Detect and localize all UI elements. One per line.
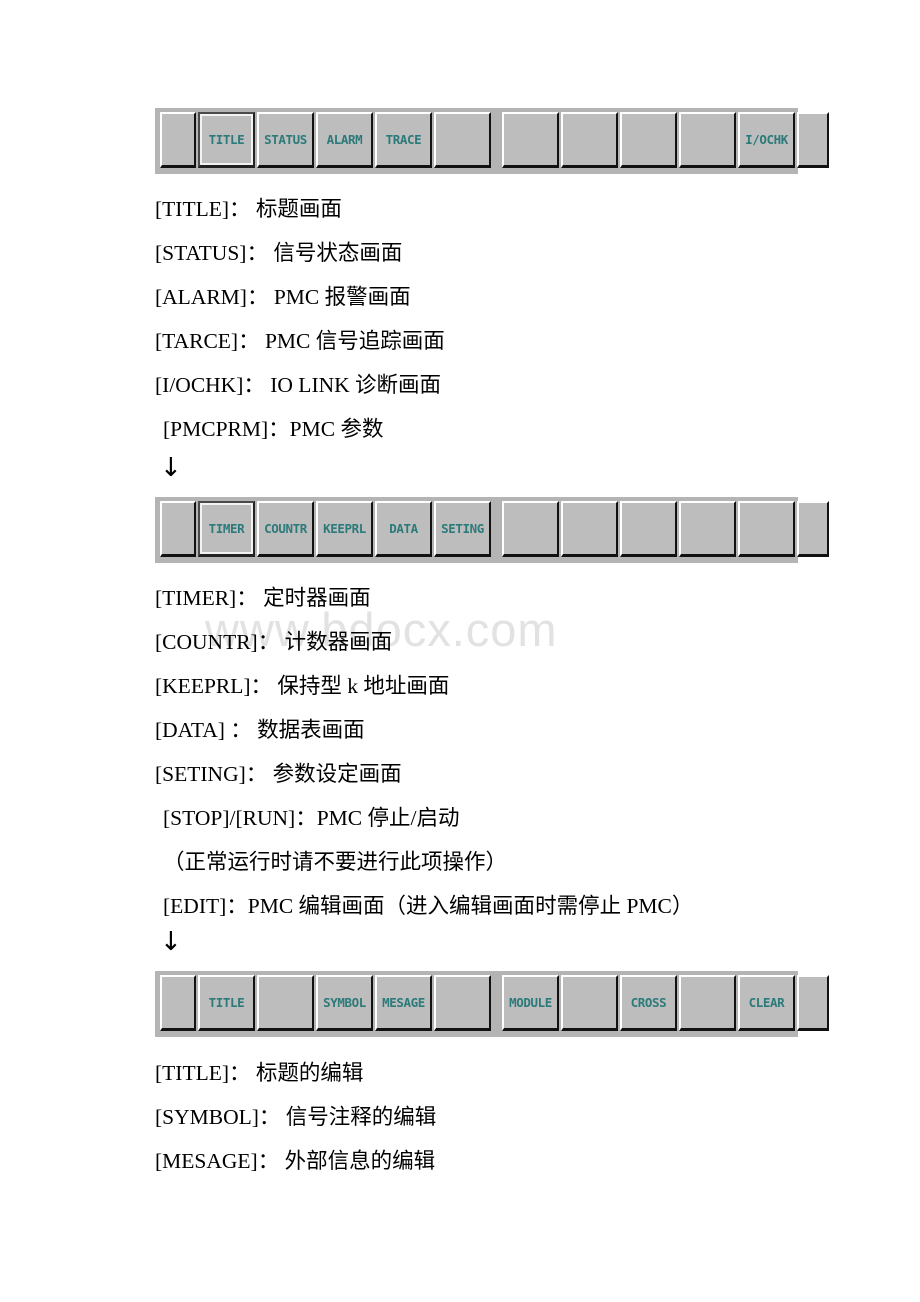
softkey-blank[interactable]	[561, 501, 618, 557]
softkey-blank[interactable]	[620, 112, 677, 168]
softkey-group-left: TITLE SYMBOL MESAGE	[160, 975, 491, 1031]
softkey-blank[interactable]	[679, 975, 736, 1031]
desc-line-tarce: [TARCE]： PMC 信号追踪画面	[155, 329, 445, 353]
desc-line-stop-run: [STOP]/[RUN]：PMC 停止/启动	[163, 806, 460, 830]
desc-line-title-edit: [TITLE]： 标题的编辑	[155, 1061, 364, 1085]
desc-line-alarm: [ALARM]： PMC 报警画面	[155, 285, 411, 309]
softkey-clear[interactable]: CLEAR	[738, 975, 795, 1031]
softkey-alarm[interactable]: ALARM	[316, 112, 373, 168]
softkey-blank[interactable]	[797, 975, 829, 1031]
softkey-status[interactable]: STATUS	[257, 112, 314, 168]
pmcprm-softkey-bar[interactable]: TIMER COUNTR KEEPRL DATA SETING	[155, 497, 829, 563]
softkey-blank[interactable]	[160, 501, 196, 557]
desc-line-status: [STATUS]： 信号状态画面	[155, 241, 403, 265]
desc-line-edit: [EDIT]：PMC 编辑画面（进入编辑画面时需停止 PMC）	[163, 894, 694, 918]
desc-line-countr: [COUNTR]： 计数器画面	[155, 630, 393, 654]
softkey-group-divider	[491, 112, 502, 168]
desc-line-keeprl: [KEEPRL]： 保持型 k 地址画面	[155, 674, 450, 698]
softkey-seting[interactable]: SETING	[434, 501, 491, 557]
softkey-group-right: I/OCHK	[502, 112, 829, 168]
pmc-edit-softkey-bar[interactable]: TITLE SYMBOL MESAGE MODULE CROSS CLEAR	[155, 971, 829, 1037]
desc-line-symbol-edit: [SYMBOL]： 信号注释的编辑	[155, 1105, 437, 1129]
desc-line-timer: [TIMER]： 定时器画面	[155, 586, 371, 610]
softkey-blank[interactable]	[561, 112, 618, 168]
softkey-blank[interactable]	[502, 112, 559, 168]
softkey-title[interactable]: TITLE	[198, 112, 255, 168]
softkey-blank[interactable]	[434, 112, 491, 168]
softkey-blank[interactable]	[257, 975, 314, 1031]
desc-line-pmcprm: [PMCPRM]：PMC 参数	[163, 417, 384, 441]
desc-line-mesage-edit: [MESAGE]： 外部信息的编辑	[155, 1149, 436, 1173]
softkey-i-ochk[interactable]: I/OCHK	[738, 112, 795, 168]
softkey-timer[interactable]: TIMER	[198, 501, 255, 557]
desc-line-iochk: [I/OCHK]： IO LINK 诊断画面	[155, 373, 442, 397]
down-arrow-icon-1: ↓	[160, 453, 182, 483]
softkey-blank[interactable]	[160, 975, 196, 1031]
softkey-blank[interactable]	[679, 112, 736, 168]
softkey-keeprl[interactable]: KEEPRL	[316, 501, 373, 557]
pmc-main-softkey-bar[interactable]: TITLE STATUS ALARM TRACE I/OCHK	[155, 108, 829, 174]
softkey-trace[interactable]: TRACE	[375, 112, 432, 168]
softkey-cross[interactable]: CROSS	[620, 975, 677, 1031]
softkey-countr[interactable]: COUNTR	[257, 501, 314, 557]
softkey-blank[interactable]	[620, 501, 677, 557]
softkey-blank[interactable]	[502, 501, 559, 557]
softkey-blank[interactable]	[797, 501, 829, 557]
softkey-blank[interactable]	[679, 501, 736, 557]
softkey-blank[interactable]	[797, 112, 829, 168]
softkey-symbol[interactable]: SYMBOL	[316, 975, 373, 1031]
down-arrow-icon-2: ↓	[160, 927, 182, 957]
softkey-blank[interactable]	[160, 112, 196, 168]
softkey-group-right: MODULE CROSS CLEAR	[502, 975, 829, 1031]
document-page: www.bdocx.com TITLE STATUS ALARM TRACE I/OC…	[0, 0, 920, 1302]
softkey-group-divider	[491, 975, 502, 1031]
desc-line-data: [DATA] ： 数据表画面	[155, 718, 365, 742]
softkey-mesage[interactable]: MESAGE	[375, 975, 432, 1031]
desc-line-seting: [SETING]： 参数设定画面	[155, 762, 402, 786]
softkey-group-left: TITLE STATUS ALARM TRACE	[160, 112, 491, 168]
desc-line-note: （正常运行时请不要进行此项操作）	[163, 850, 508, 874]
desc-line-title: [TITLE]： 标题画面	[155, 197, 342, 221]
softkey-group-left: TIMER COUNTR KEEPRL DATA SETING	[160, 501, 491, 557]
softkey-group-right	[502, 501, 829, 557]
softkey-title[interactable]: TITLE	[198, 975, 255, 1031]
softkey-blank[interactable]	[434, 975, 491, 1031]
softkey-data[interactable]: DATA	[375, 501, 432, 557]
softkey-group-divider	[491, 501, 502, 557]
softkey-blank[interactable]	[561, 975, 618, 1031]
softkey-module[interactable]: MODULE	[502, 975, 559, 1031]
softkey-blank[interactable]	[738, 501, 795, 557]
